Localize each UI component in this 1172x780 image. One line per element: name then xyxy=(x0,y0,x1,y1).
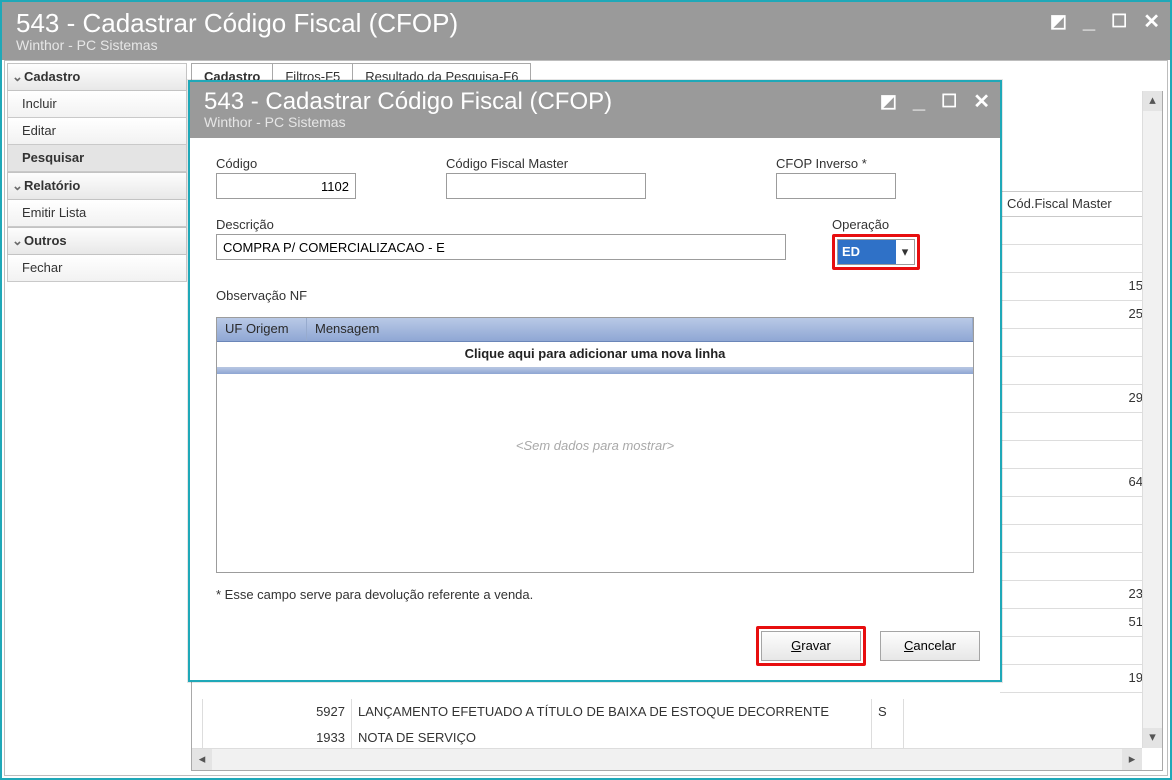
cancelar-label: ancelar xyxy=(913,638,956,653)
label-observacao: Observação NF xyxy=(216,288,974,303)
grid-cell-master xyxy=(1000,497,1150,525)
scroll-down-icon[interactable]: ▾ xyxy=(1143,728,1162,748)
grid-cell-op: S xyxy=(872,699,904,727)
label-operacao: Operação xyxy=(832,217,920,232)
resize-icon[interactable]: ◩ xyxy=(1050,11,1067,32)
dialog-titlebar: 543 - Cadastrar Código Fiscal (CFOP) Win… xyxy=(190,82,1000,138)
horizontal-scrollbar[interactable]: ◂ ▸ xyxy=(192,748,1142,770)
sidebar-item-pesquisar[interactable]: Pesquisar xyxy=(7,145,187,172)
grid-cell-master xyxy=(1000,245,1150,273)
label-descricao: Descrição xyxy=(216,217,786,232)
sidebar-group-relatorio[interactable]: ⌄Relatório xyxy=(7,172,187,200)
grid-cell-master xyxy=(1000,553,1150,581)
sidebar-group-cadastro[interactable]: ⌄Cadastro xyxy=(7,63,187,91)
observacao-grid: UF Origem Mensagem Clique aqui para adic… xyxy=(216,317,974,573)
grid-cell-master xyxy=(1000,637,1150,665)
main-subtitle: Winthor - PC Sistemas xyxy=(16,37,1156,53)
dialog-title: 543 - Cadastrar Código Fiscal (CFOP) xyxy=(204,88,986,116)
grid-cell-master: 23 xyxy=(1000,581,1150,609)
sidebar-group-outros[interactable]: ⌄Outros xyxy=(7,227,187,255)
sidebar-item-emitir-lista[interactable]: Emitir Lista xyxy=(7,200,187,227)
sidebar: ⌄Cadastro Incluir Editar Pesquisar ⌄Rela… xyxy=(7,63,187,282)
label-inverso: CFOP Inverso * xyxy=(776,156,946,171)
maximize-icon[interactable]: ☐ xyxy=(1111,11,1127,32)
dialog-subtitle: Winthor - PC Sistemas xyxy=(204,114,986,130)
footnote: * Esse campo serve para devolução refere… xyxy=(216,587,974,602)
label-master: Código Fiscal Master xyxy=(446,156,676,171)
main-titlebar: 543 - Cadastrar Código Fiscal (CFOP) Win… xyxy=(2,2,1170,60)
inverso-input[interactable] xyxy=(776,173,896,199)
scroll-up-icon[interactable]: ▴ xyxy=(1143,91,1162,111)
grid-header-master[interactable]: Cód.Fiscal Master xyxy=(1000,191,1150,217)
gravar-button[interactable]: Gravar xyxy=(761,631,861,661)
grid-cell-master xyxy=(1000,329,1150,357)
operacao-highlight: ED ▾ xyxy=(832,234,920,270)
descricao-input[interactable] xyxy=(216,234,786,260)
nf-col-msg[interactable]: Mensagem xyxy=(307,318,973,341)
gravar-label: ravar xyxy=(801,638,831,653)
edit-dialog: 543 - Cadastrar Código Fiscal (CFOP) Win… xyxy=(188,80,1002,682)
label-codigo: Código xyxy=(216,156,386,171)
minimize-icon[interactable]: _ xyxy=(1083,8,1095,34)
gravar-highlight: Gravar xyxy=(756,626,866,666)
nf-col-uf[interactable]: UF Origem xyxy=(217,318,307,341)
codigo-input[interactable] xyxy=(216,173,356,199)
grid-cell-master: 51 xyxy=(1000,609,1150,637)
grid-cell-master: 19 xyxy=(1000,665,1150,693)
nf-add-row[interactable]: Clique aqui para adicionar uma nova linh… xyxy=(217,342,973,368)
grid-cell-code: 5927 xyxy=(202,699,352,727)
dialog-close-icon[interactable]: ✕ xyxy=(973,89,990,114)
grid-cell-master xyxy=(1000,525,1150,553)
grid-cell-master: 25 xyxy=(1000,301,1150,329)
sidebar-item-editar[interactable]: Editar xyxy=(7,118,187,145)
sidebar-item-fechar[interactable]: Fechar xyxy=(7,255,187,282)
main-title: 543 - Cadastrar Código Fiscal (CFOP) xyxy=(16,8,1156,39)
dialog-maximize-icon[interactable]: ☐ xyxy=(941,91,957,112)
vertical-scrollbar[interactable]: ▴ ▾ xyxy=(1142,91,1162,748)
dialog-resize-icon[interactable]: ◩ xyxy=(880,91,897,112)
master-input[interactable] xyxy=(446,173,646,199)
grid-cell-master: 64 xyxy=(1000,469,1150,497)
grid-cell-desc: LANÇAMENTO EFETUADO A TÍTULO DE BAIXA DE… xyxy=(352,699,872,727)
operacao-value: ED xyxy=(838,240,896,264)
grid-cell-master xyxy=(1000,441,1150,469)
grid-cell-master xyxy=(1000,357,1150,385)
cancelar-button[interactable]: Cancelar xyxy=(880,631,980,661)
scroll-right-icon[interactable]: ▸ xyxy=(1122,749,1142,771)
sidebar-item-incluir[interactable]: Incluir xyxy=(7,91,187,118)
nf-empty-text: <Sem dados para mostrar> xyxy=(217,438,973,453)
grid-cell-master xyxy=(1000,413,1150,441)
grid-cell-master: 29 xyxy=(1000,385,1150,413)
dialog-minimize-icon[interactable]: _ xyxy=(913,88,925,114)
grid-cell-master xyxy=(1000,217,1150,245)
scroll-left-icon[interactable]: ◂ xyxy=(192,749,212,771)
operacao-select[interactable]: ED ▾ xyxy=(837,239,915,265)
chevron-down-icon[interactable]: ▾ xyxy=(896,244,914,260)
grid-cell-master: 15 xyxy=(1000,273,1150,301)
close-icon[interactable]: ✕ xyxy=(1143,9,1160,34)
